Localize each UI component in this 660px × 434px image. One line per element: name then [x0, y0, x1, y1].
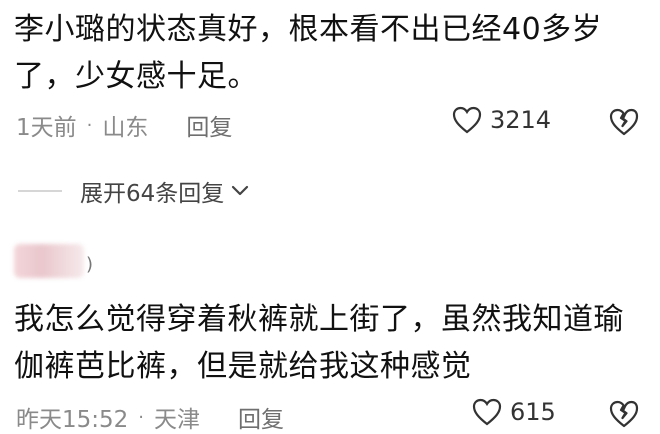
reply-button[interactable]: 回复	[186, 108, 232, 142]
comment-location: 山东	[102, 115, 149, 141]
chevron-down-icon	[232, 185, 249, 196]
username[interactable]: )	[86, 254, 93, 275]
broken-heart-icon	[609, 400, 639, 428]
heart-outline-icon	[472, 398, 502, 426]
like-button[interactable]: 615	[472, 398, 556, 426]
like-count: 3214	[490, 106, 552, 134]
meta-separator: ·	[138, 406, 145, 428]
dislike-button[interactable]	[608, 400, 640, 432]
expand-replies-label: 展开64条回复	[80, 181, 225, 207]
expand-replies-button[interactable]: 展开64条回复	[18, 174, 250, 208]
like-count: 615	[510, 398, 556, 426]
comment-meta: 1天前 · 山东 回复	[16, 108, 232, 142]
comment-time: 昨天15:52	[16, 407, 129, 433]
like-button[interactable]: 3214	[452, 106, 551, 134]
reply-button[interactable]: 回复	[238, 400, 284, 434]
meta-separator: ·	[86, 114, 93, 136]
expand-divider	[18, 190, 62, 192]
dislike-button[interactable]	[608, 108, 640, 140]
broken-heart-icon	[609, 108, 639, 136]
avatar[interactable]	[14, 244, 84, 278]
comment-location: 天津	[154, 407, 201, 433]
comment-meta: 昨天15:52 · 天津 回复	[16, 400, 284, 434]
comment-text: 李小璐的状态真好，根本看不出已经40多岁了，少女感十足。	[14, 12, 603, 94]
comment-text: 我怎么觉得穿着秋裤就上街了，虽然我知道瑜伽裤芭比裤，但是就给我这种感觉	[14, 302, 624, 384]
heart-outline-icon	[452, 106, 482, 134]
comment-time: 1天前	[16, 115, 77, 141]
